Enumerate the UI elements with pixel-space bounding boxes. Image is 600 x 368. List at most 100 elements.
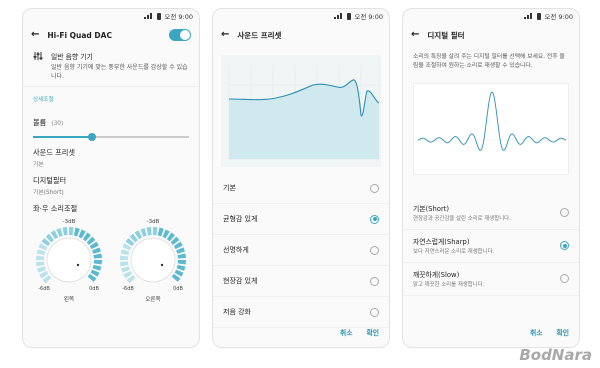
radio-button[interactable] [370,276,379,286]
knob-tick [36,255,45,260]
knob-min-label: -6dB [122,286,134,292]
knob-tick [36,249,46,256]
knob-tick [140,228,147,237]
signal-icon [524,13,534,19]
digital-filter-value: 기본(Short) [33,190,64,196]
watermark-logo: BodNara [519,346,592,364]
preset-option[interactable]: 선명하게 [213,235,389,266]
radio-button[interactable] [560,208,569,218]
volume-slider[interactable] [33,132,189,142]
dac-toggle[interactable] [169,29,191,41]
app-bar: ← 사운드 프리셋 [213,23,389,47]
preset-option-label: 기본 [223,184,236,192]
sound-preset-value: 기본 [33,162,44,168]
knob-tick [157,227,164,237]
battery-icon [537,12,542,20]
knob-tick [121,266,130,273]
filter-option-label: 자연스럽게(Sharp) [413,238,470,247]
digital-filter-row[interactable]: 디지털필터 기본(Short) [23,172,199,200]
phone-screen-dac: 오전 9:00 ← Hi-Fi Quad DAC 일반 음향 기기 일반 음향 … [22,8,200,348]
knob-top-label: -3dB [147,219,160,225]
page-title: 사운드 프리셋 [237,30,282,40]
volume-slider-thumb[interactable] [88,133,97,141]
app-bar: ← Hi-Fi Quad DAC [23,23,199,47]
section-label: 상세조절 [23,86,199,106]
ok-button[interactable]: 확인 [366,327,379,337]
page-title: Hi-Fi Quad DAC [47,30,112,40]
knob-tick [177,253,186,259]
preset-option-label: 균형감 있게 [223,215,258,223]
right-balance-knob[interactable]: -3dB -6dB 0dB 오른쪽 [114,216,192,303]
cancel-button[interactable]: 취소 [530,327,543,337]
preset-option-label: 현장감 있게 [223,277,258,285]
phone-screen-preset: 오전 9:00 ← 사운드 프리셋 기본균형감 있게선명하게현장감 있게저음 강… [212,8,390,348]
status-bar: 오전 9:00 [213,9,389,23]
balance-knobs: -3dB -6dB 0dB 왼쪽 -3dB -6dB 0dB 오른쪽 [23,214,199,303]
radio-button[interactable] [370,307,379,317]
filter-description: 소리의 특징을 살려 주는 디지털 필터를 선택해 보세요. 전후 울림을 조절… [413,54,565,69]
app-bar: ← 디지털 필터 [403,23,579,47]
preset-option[interactable]: 균형감 있게 [213,204,389,235]
ok-button[interactable]: 확인 [556,327,569,337]
sound-preset-row[interactable]: 사운드 프리셋 기본 [23,144,199,172]
knob-tick [153,227,158,236]
back-arrow-icon[interactable]: ← [31,30,39,40]
preset-option[interactable]: 저음 강화 [213,297,389,328]
eq-curve-svg [228,65,380,160]
knob-tick [92,264,102,271]
knob-tick [176,264,186,271]
knob-tick [177,260,186,265]
dialog-actions: 취소 확인 [340,327,379,337]
knob-tick [37,266,46,273]
filter-option[interactable]: 자연스럽게(Sharp) 보다 자연스러운 소리로 재생합니다. [403,230,579,263]
knob-tick [92,247,101,254]
eq-curve-graph [221,55,381,167]
preset-option[interactable]: 기본 [213,173,389,204]
battery-icon [157,12,162,20]
filter-option-label: 깨끗하게(Slow) [413,271,460,280]
battery-icon [347,12,352,20]
filter-option[interactable]: 기본(Short) 현장감과 공간감을 살린 소리로 재생합니다. [403,197,579,230]
preset-option-label: 선명하게 [223,246,249,254]
dialog-actions: 취소 확인 [530,327,569,337]
radio-button[interactable] [560,274,569,284]
filter-option-desc: 현장감과 공간감을 살린 소리로 재생합니다. [413,216,511,223]
radio-button[interactable] [370,183,379,193]
status-bar: 오전 9:00 [23,9,199,23]
back-arrow-icon[interactable]: ← [221,30,229,40]
knob-min-label: -6dB [38,286,50,292]
knob-tick [146,227,152,236]
filter-option[interactable]: 깨끗하게(Slow) 맑고 깨끗한 소리를 재생합니다. [403,263,579,296]
volume-value: (30) [51,121,64,127]
device-type-card[interactable]: 일반 음향 기기 일반 음향 기기에 맞는 풍부한 사운드를 감상할 수 있습니… [23,47,199,86]
knob-tick [93,260,102,265]
radio-button[interactable] [560,241,569,251]
status-time: 오전 9:00 [164,13,193,21]
filter-option-label: 기본(Short) [413,205,450,214]
volume-row: 볼륨 (30) [23,106,199,129]
left-balance-knob[interactable]: -3dB -6dB 0dB 왼쪽 [30,216,108,303]
knob-max-label: 0dB [89,286,99,292]
status-bar: 오전 9:00 [403,9,579,23]
preset-option[interactable]: 현장감 있게 [213,266,389,297]
knob-tick [56,228,63,237]
knob-tick [73,227,80,237]
status-time: 오전 9:00 [354,13,383,21]
radio-button[interactable] [370,245,379,255]
page-title: 디지털 필터 [427,30,465,40]
right-knob-label: 오른쪽 [145,297,161,303]
cancel-button[interactable]: 취소 [340,327,353,337]
filter-option-desc: 맑고 깨끗한 소리를 재생합니다. [413,282,485,289]
back-arrow-icon[interactable]: ← [411,30,419,40]
signal-icon [144,13,154,19]
knob-tick [120,261,129,267]
knob-tick [62,227,68,236]
knob-tick [120,255,129,260]
device-type-title: 일반 음향 기기 [51,53,93,61]
radio-button[interactable] [370,214,379,224]
impulse-response-graph [413,82,569,175]
signal-icon [334,13,344,19]
digital-filter-label: 디지털필터 [33,176,67,185]
knob-max-label: 0dB [173,286,183,292]
balance-row: 좌·우 소리조절 [23,200,199,214]
